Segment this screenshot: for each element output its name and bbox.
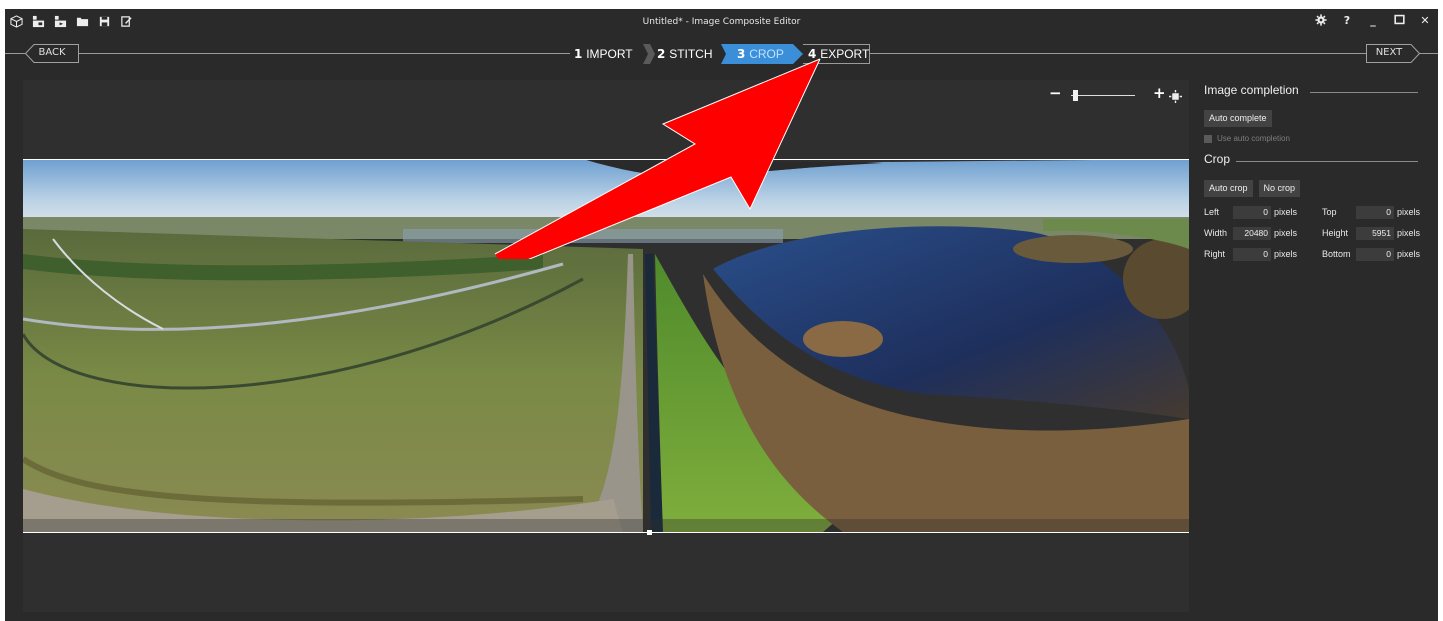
crop-handle-bottom[interactable]	[647, 530, 652, 535]
crop-bottom-input[interactable]: 0	[1356, 248, 1394, 261]
crop-right-row: Right 0 pixels	[1204, 248, 1314, 262]
fit-to-window-icon[interactable]	[1169, 88, 1182, 107]
image-completion-section: Image completion	[1204, 83, 1424, 101]
auto-crop-button[interactable]: Auto crop	[1204, 180, 1253, 197]
settings-panel: Image completion Auto complete Use auto …	[1204, 83, 1424, 270]
crop-height-row: Height 5951 pixels	[1322, 227, 1427, 241]
annotation-arrow	[494, 58, 821, 259]
use-auto-completion-checkbox[interactable]	[1204, 134, 1212, 143]
crop-left-label: Left	[1204, 207, 1220, 217]
crop-left-unit: pixels	[1274, 207, 1298, 217]
crop-left-row: Left 0 pixels	[1204, 206, 1314, 220]
zoom-in-button[interactable]: +	[1153, 84, 1166, 102]
close-icon[interactable]: ✕	[1418, 14, 1432, 28]
crop-left-input[interactable]: 0	[1233, 206, 1271, 219]
crop-right-label: Right	[1204, 249, 1226, 259]
help-icon[interactable]: ?	[1340, 14, 1354, 28]
crop-height-unit: pixels	[1397, 228, 1421, 238]
use-auto-completion-label: Use auto completion	[1217, 134, 1290, 143]
back-button[interactable]: BACK	[25, 44, 79, 63]
crop-fields: Left 0 pixels Top 0 pixels Width 20480 p…	[1204, 206, 1424, 270]
crop-width-row: Width 20480 pixels	[1204, 227, 1314, 241]
crop-top-label: Top	[1322, 207, 1337, 217]
crop-heading: Crop	[1204, 152, 1231, 166]
crop-bottom-edge[interactable]	[23, 532, 1189, 533]
crop-right-input[interactable]: 0	[1233, 248, 1271, 261]
title-bar: Untitled* - Image Composite Editor ? _ ✕	[5, 9, 1438, 35]
zoom-out-button[interactable]: −	[1049, 84, 1062, 102]
crop-right-unit: pixels	[1274, 249, 1298, 259]
crop-bottom-row: Bottom 0 pixels	[1322, 248, 1427, 262]
back-label: BACK	[38, 47, 66, 58]
crop-top-input[interactable]: 0	[1356, 206, 1394, 219]
crop-height-label: Height	[1322, 228, 1349, 238]
zoom-slider-track[interactable]	[1071, 95, 1135, 96]
gear-icon[interactable]	[1314, 14, 1328, 28]
crop-bottom-label: Bottom	[1322, 249, 1351, 259]
crop-width-input[interactable]: 20480	[1233, 227, 1271, 240]
crop-bottom-unit: pixels	[1397, 249, 1421, 259]
image-completion-heading: Image completion	[1204, 83, 1299, 97]
use-auto-completion-row: Use auto completion	[1204, 134, 1424, 143]
next-label: NEXT	[1375, 47, 1403, 58]
maximize-icon[interactable]	[1392, 14, 1406, 28]
section-divider	[1310, 92, 1418, 93]
zoom-control: − +	[1045, 84, 1185, 107]
window-controls: ? _ ✕	[1314, 14, 1432, 28]
crop-height-input[interactable]: 5951	[1356, 227, 1394, 240]
next-button[interactable]: NEXT	[1366, 44, 1420, 63]
step-label: EXPORT	[820, 47, 870, 61]
section-divider	[1236, 161, 1418, 162]
crop-width-unit: pixels	[1274, 228, 1298, 238]
crop-section: Crop	[1204, 152, 1424, 170]
auto-complete-button[interactable]: Auto complete	[1204, 110, 1272, 127]
crop-width-label: Width	[1204, 228, 1228, 238]
crop-top-unit: pixels	[1397, 207, 1421, 217]
minimize-icon[interactable]: _	[1366, 14, 1380, 28]
window-title: Untitled* - Image Composite Editor	[642, 17, 801, 27]
app-window: Untitled* - Image Composite Editor ? _ ✕…	[5, 9, 1438, 621]
zoom-slider-thumb[interactable]	[1073, 90, 1078, 101]
no-crop-button[interactable]: No crop	[1258, 180, 1301, 197]
crop-top-row: Top 0 pixels	[1322, 206, 1427, 220]
